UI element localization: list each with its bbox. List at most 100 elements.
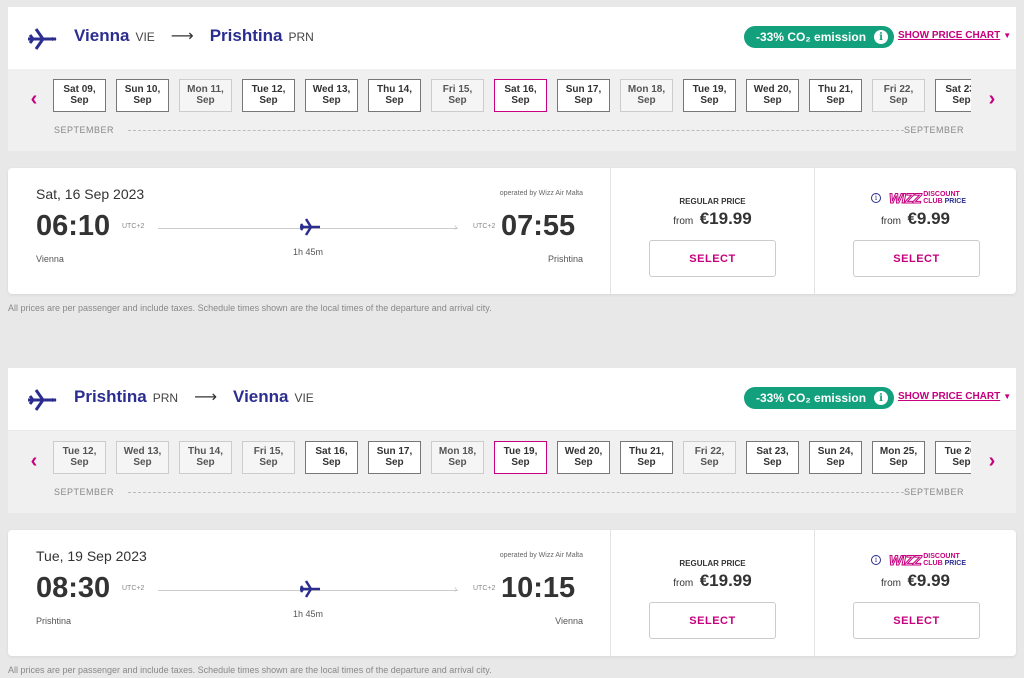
info-icon: i — [874, 391, 889, 405]
date-tile[interactable]: Wed 13, Sep — [116, 441, 169, 474]
date-tile-month: Sep — [952, 95, 971, 106]
date-tile-month: Sep — [511, 457, 530, 468]
select-regular-button[interactable]: SELECT — [649, 240, 776, 277]
date-tile-month: Sep — [637, 457, 656, 468]
price-from-label: from — [881, 578, 901, 589]
date-tile-month: Sep — [637, 95, 656, 106]
select-regular-button[interactable]: SELECT — [649, 602, 776, 639]
date-tile[interactable]: Thu 21, Sep — [620, 441, 673, 474]
origin-city: Prishtina — [74, 387, 147, 406]
date-tile[interactable]: Tue 12, Sep — [242, 79, 295, 112]
date-tile[interactable]: Mon 11, Sep — [179, 79, 232, 112]
club-price: from €9.99 — [815, 571, 1016, 591]
date-tile-month: Sep — [259, 95, 278, 106]
date-tile[interactable]: Tue 19, Sep — [683, 79, 736, 112]
flight-duration: 1h 45m — [293, 247, 324, 257]
date-tile[interactable]: Sat 23,Sep — [746, 441, 799, 474]
club-logo-text: DISCOUNT CLUB PRICE — [923, 553, 967, 567]
date-tile-month: Sep — [70, 95, 89, 106]
date-tile-month: Sep — [511, 95, 530, 106]
date-tile-day: Wed 20, — [753, 84, 792, 95]
prev-dates-chevron-icon[interactable]: ‹ — [24, 450, 44, 472]
departure-time: 06:10 — [36, 210, 111, 242]
select-club-button[interactable]: SELECT — [853, 602, 980, 639]
date-tile[interactable]: Thu 14, Sep — [179, 441, 232, 474]
departure-city: Vienna — [36, 254, 64, 264]
date-tile-day: Mon 25, — [879, 446, 918, 457]
next-dates-chevron-icon[interactable]: › — [982, 88, 1002, 110]
date-tile[interactable]: Tue 26,Sep — [935, 441, 971, 474]
plane-icon — [299, 218, 320, 236]
date-tile[interactable]: Sat 16, Sep — [305, 441, 358, 474]
date-tile-day: Tue 26, — [944, 446, 971, 457]
disclaimer: All prices are per passenger and include… — [8, 665, 492, 675]
date-tile[interactable]: Fri 22, Sep — [683, 441, 736, 474]
info-icon: i — [874, 30, 889, 44]
date-tile-day: Thu 21, — [817, 84, 853, 95]
outbound-flight-card: Sat, 16 Sep 2023 operated by Wizz Air Ma… — [8, 168, 1016, 294]
departure-utc: UTC+2 — [122, 585, 145, 592]
caret-down-icon: ▼ — [1003, 392, 1012, 401]
date-tile-month: Sep — [133, 457, 152, 468]
date-tile[interactable]: Sun 10, Sep — [116, 79, 169, 112]
date-tile-day: Sun 17, — [376, 446, 413, 457]
date-tile-month: Sep — [133, 95, 152, 106]
date-tile[interactable]: Sun 24, Sep — [809, 441, 862, 474]
date-tile-month: Sep — [826, 95, 845, 106]
date-tile-month: Sep — [196, 457, 215, 468]
next-dates-chevron-icon[interactable]: › — [982, 450, 1002, 472]
co2-badge-label: -33% CO₂ emission — [756, 391, 867, 405]
date-tile-month: Sep — [448, 457, 467, 468]
date-tile-day: Sat 16, — [504, 84, 537, 95]
month-label-left: SEPTEMBER — [54, 487, 115, 497]
date-tile[interactable]: Sat 16, Sep — [494, 79, 547, 112]
date-tile[interactable]: Sat 23,Sep — [935, 79, 971, 112]
date-tile-month: Sep — [196, 95, 215, 106]
date-tile[interactable]: Sun 17, Sep — [368, 441, 421, 474]
route-title: Prishtina PRN ⟶ Vienna VIE — [74, 387, 314, 407]
select-club-button[interactable]: SELECT — [853, 240, 980, 277]
price-chart-label: SHOW PRICE CHART — [898, 391, 1001, 402]
co2-badge[interactable]: -33% CO₂ emission i — [744, 26, 895, 48]
date-tile[interactable]: Fri 15, Sep — [431, 79, 484, 112]
date-tile[interactable]: Tue 12, Sep — [53, 441, 106, 474]
departure-utc: UTC+2 — [122, 223, 145, 230]
date-tile-day: Sat 23, — [756, 446, 789, 457]
date-tile-month: Sep — [889, 457, 908, 468]
date-tile[interactable]: Fri 15, Sep — [242, 441, 295, 474]
date-tile-day: Fri 15, — [253, 446, 284, 457]
price-from-label: from — [881, 216, 901, 227]
date-tile[interactable]: Tue 19, Sep — [494, 441, 547, 474]
date-tile[interactable]: Wed 20, Sep — [746, 79, 799, 112]
date-tile[interactable]: Wed 13, Sep — [305, 79, 358, 112]
date-tile-day: Wed 13, — [123, 446, 162, 457]
date-tile[interactable]: Sun 17, Sep — [557, 79, 610, 112]
date-tile[interactable]: Thu 14, Sep — [368, 79, 421, 112]
date-tile[interactable]: Fri 22, Sep — [872, 79, 925, 112]
timeline-arrow-icon: › — [454, 584, 458, 595]
show-price-chart-link[interactable]: SHOW PRICE CHART ▼ — [898, 391, 1011, 402]
destination-city: Vienna — [233, 387, 289, 406]
date-tile[interactable]: Sat 09, Sep — [53, 79, 106, 112]
regular-price-title: REGULAR PRICE — [679, 197, 746, 206]
show-price-chart-link[interactable]: SHOW PRICE CHART ▼ — [898, 30, 1011, 41]
info-icon[interactable]: i — [871, 555, 881, 565]
co2-badge[interactable]: -33% CO₂ emission i — [744, 387, 895, 409]
wizz-discount-club-logo: i WIZZ DISCOUNT CLUB PRICE — [871, 552, 967, 569]
outbound-date-strip: ‹ Sat 09, Sep Sun 10, Sep Mon 11, Sep Tue 12, S… — [8, 69, 1016, 151]
destination-code: PRN — [288, 30, 314, 44]
prev-dates-chevron-icon[interactable]: ‹ — [24, 88, 44, 110]
regular-price: from €19.99 — [611, 209, 814, 229]
regular-fare: REGULAR PRICE from €19.99 SELECT — [610, 168, 814, 294]
date-tile-day: Sun 24, — [817, 446, 854, 457]
plane-icon — [28, 389, 57, 411]
date-tile[interactable]: Mon 25, Sep — [872, 441, 925, 474]
date-tile-month: Sep — [322, 457, 341, 468]
price-amount: €19.99 — [699, 209, 752, 228]
date-tile[interactable]: Mon 18, Sep — [620, 79, 673, 112]
info-icon[interactable]: i — [871, 193, 881, 203]
date-tile[interactable]: Mon 18, Sep — [431, 441, 484, 474]
date-tile-day: Mon 18, — [438, 446, 477, 457]
date-tile[interactable]: Wed 20, Sep — [557, 441, 610, 474]
date-tile[interactable]: Thu 21, Sep — [809, 79, 862, 112]
